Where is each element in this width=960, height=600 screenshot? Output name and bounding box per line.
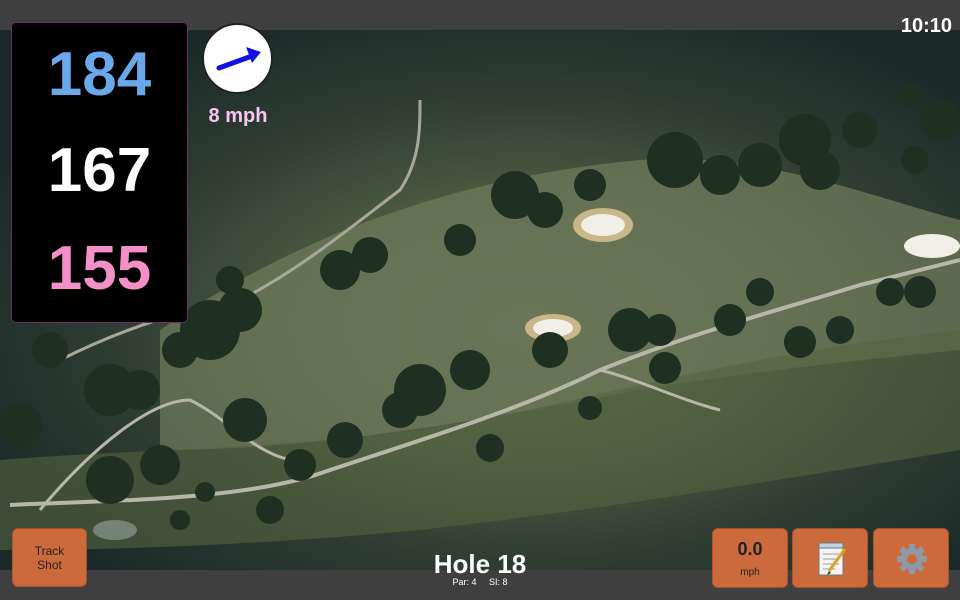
track-shot-label-line2: Shot <box>37 557 62 572</box>
speed-value: 0.0 <box>737 539 763 559</box>
speed-button[interactable]: 0.0 mph <box>712 528 788 588</box>
track-shot-label-line1: Track <box>34 543 65 558</box>
wind-indicator <box>202 23 273 94</box>
hole-info: Par: 4 SI: 8 <box>380 577 580 587</box>
hole-par: Par: 4 <box>452 577 477 587</box>
wind-arrow-icon <box>216 47 261 71</box>
hole-title: Hole 18 <box>433 549 527 579</box>
status-time: 10:10 <box>900 15 952 37</box>
notes-button[interactable] <box>792 528 868 588</box>
speed-unit: mph <box>740 567 760 578</box>
hole-stroke-index: SI: 8 <box>489 577 508 587</box>
middle-distance: 167 <box>47 136 152 205</box>
track-shot-button[interactable]: Track Shot <box>12 528 87 587</box>
settings-button[interactable] <box>873 528 949 588</box>
gear-icon <box>897 544 927 574</box>
front-distance: 155 <box>47 234 152 303</box>
notepad-icon <box>818 542 847 576</box>
distance-panel: 184 167 155 <box>11 22 188 323</box>
back-distance: 184 <box>47 40 152 109</box>
wind-speed: 8 mph <box>208 105 268 127</box>
